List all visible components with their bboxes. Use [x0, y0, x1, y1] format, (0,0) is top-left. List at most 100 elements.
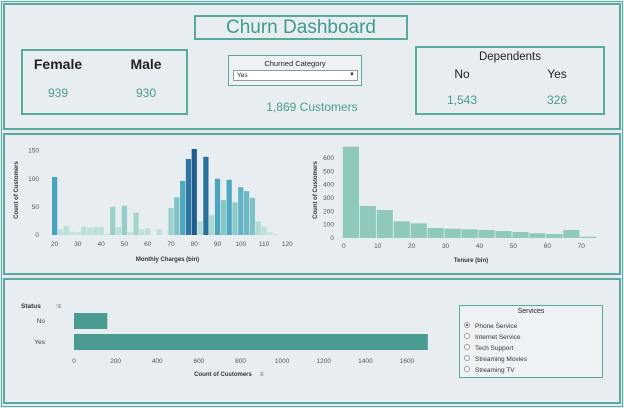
x-tick-label: 70 [167, 241, 175, 248]
histogram-bar [197, 221, 203, 235]
gender-card: Female Male 939 930 [21, 49, 188, 115]
service-option-internet[interactable]: Internet Service [464, 333, 521, 342]
histogram-bar [133, 212, 139, 235]
histogram-bar [261, 226, 267, 235]
histogram-bar [410, 223, 427, 238]
histogram-bar [110, 206, 116, 235]
service-option-phone[interactable]: Phone Service [464, 322, 517, 331]
x-tick-label: 20 [51, 241, 59, 248]
service-option-streaming-tv[interactable]: Streaming TV [464, 366, 515, 375]
histogram-bar [249, 197, 256, 235]
histogram-bar [546, 234, 563, 238]
male-count: 930 [135, 86, 157, 100]
x-tick-label: 40 [98, 241, 106, 248]
x-tick-label: 50 [510, 243, 518, 250]
x-tick-label: 60 [144, 241, 152, 248]
female-count: 939 [47, 86, 69, 100]
histogram-bar [57, 229, 64, 235]
x-tick-label: 60 [544, 243, 552, 250]
dependents-no-label: No [454, 67, 470, 81]
y-axis-title: Count of Customers [313, 161, 319, 219]
histogram-bar [495, 231, 512, 238]
histogram-bar [255, 221, 261, 235]
x-tick-label: 10 [374, 243, 382, 250]
histogram-bar [273, 233, 279, 235]
radio-icon[interactable] [464, 355, 470, 362]
churned-category-select[interactable]: Yes ▼ [233, 70, 358, 81]
x-tick-label: 0 [72, 358, 76, 365]
histogram-bar [444, 228, 461, 238]
y-tick-label: 100 [28, 176, 39, 183]
histogram-bar [81, 226, 87, 235]
status-category-label: Yes [34, 339, 45, 346]
filter-selected-value: Yes [237, 72, 248, 79]
radio-icon[interactable] [464, 333, 470, 340]
x-tick-label: 20 [408, 243, 416, 250]
dependents-no-count: 1,543 [446, 93, 478, 107]
churned-category-filter: Churned Category Yes ▼ [228, 55, 362, 86]
histogram-bar [563, 230, 580, 238]
histogram-bar [86, 227, 93, 235]
y-tick-label: 200 [323, 208, 334, 215]
x-tick-label: 50 [121, 241, 129, 248]
x-tick-label: 200 [110, 358, 121, 365]
x-tick-label: 110 [259, 241, 270, 248]
radio-icon[interactable] [464, 366, 470, 373]
histogram-bar [580, 236, 597, 238]
x-tick-label: 600 [193, 358, 204, 365]
x-tick-label: 1000 [275, 358, 290, 365]
histogram-bar [214, 178, 221, 235]
histogram-bar [393, 221, 410, 238]
chevron-down-icon[interactable]: ▼ [349, 71, 355, 80]
y-tick-label: 0 [35, 232, 39, 239]
sort-icon: ≡ [260, 372, 264, 378]
histogram-bar [52, 177, 58, 235]
histogram-bar [376, 210, 393, 238]
customer-count: 1,869 Customers [266, 100, 358, 114]
histogram-bar [63, 226, 69, 235]
sort-icon: ⫶≡ [56, 303, 62, 310]
histogram-bar [244, 191, 250, 235]
x-tick-label: 400 [152, 358, 163, 365]
x-tick-label: 800 [235, 358, 246, 365]
x-axis-title: Monthly Charges (bin) [136, 257, 199, 263]
y-tick-label: 50 [32, 204, 40, 211]
service-option-streaming-movies[interactable]: Streaming Movies [464, 355, 527, 364]
x-axis-title: Tenure (bin) [454, 258, 488, 264]
services-filter: Services Phone Service Internet Service … [459, 305, 603, 378]
y-tick-label: 400 [323, 182, 334, 189]
histogram-bar [98, 227, 104, 235]
histogram-bar [69, 231, 75, 235]
y-tick-label: 600 [323, 155, 334, 162]
histogram-bar [127, 232, 133, 235]
histogram-bar [104, 233, 110, 235]
status-bar [74, 313, 108, 329]
filter-title: Churned Category [264, 59, 326, 68]
status-category-label: No [37, 318, 46, 325]
x-tick-label: 30 [74, 241, 82, 248]
histogram-bar [191, 148, 197, 235]
histogram-bar [529, 233, 546, 238]
radio-selected-icon[interactable] [464, 322, 470, 329]
dependents-card: Dependents No Yes 1,543 326 [415, 46, 605, 115]
y-tick-label: 100 [323, 222, 334, 229]
dependents-title: Dependents [478, 51, 542, 63]
x-tick-label: 80 [191, 241, 199, 248]
y-tick-label: 0 [330, 235, 334, 242]
x-tick-label: 1200 [317, 358, 332, 365]
dashboard-title: Churn Dashboard [194, 15, 408, 40]
dependents-yes-label: Yes [547, 67, 567, 81]
tenure-histogram: 0 100 200 300 400 500 600 0 10 20 30 40 50 60 70 Tenure… [313, 146, 597, 264]
x-tick-label: 120 [282, 241, 293, 248]
radio-icon[interactable] [464, 344, 470, 351]
service-option-tech-support[interactable]: Tech Support [464, 344, 513, 353]
histogram-bar [267, 232, 273, 235]
histogram-bar [238, 187, 244, 235]
y-axis-title: Count of Customers [14, 161, 20, 219]
status-bar [74, 334, 428, 350]
histogram-bar [139, 229, 145, 235]
histogram-bar [220, 200, 226, 235]
x-tick-label: 40 [476, 243, 484, 250]
y-tick-label: 150 [28, 148, 39, 155]
x-tick-label: 70 [578, 243, 586, 250]
